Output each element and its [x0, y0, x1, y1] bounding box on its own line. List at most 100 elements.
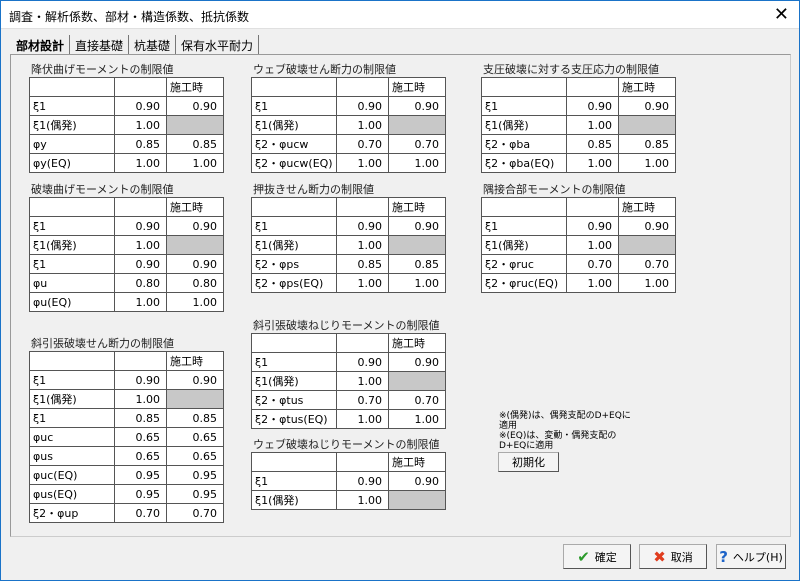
value-cell[interactable]: 0.95: [114, 465, 167, 485]
value-cell[interactable]: 0.95: [114, 484, 167, 504]
value-cell[interactable]: 0.90: [114, 216, 167, 236]
value-cell[interactable]: 0.85: [336, 254, 389, 274]
limit-group: 斜引張破壊せん断力の制限値 施工時 ξ1 0.90 0.90 ξ1(偶発) 1.00 ξ1 0.…: [29, 335, 224, 523]
value-cell[interactable]: 1.00: [566, 235, 619, 255]
help-button[interactable]: ? ヘルプ(H): [716, 544, 786, 569]
row-label: ξ1(偶発): [481, 115, 567, 135]
group-title: ウェブ破壊ねじりモーメントの制限値: [253, 438, 440, 451]
table-row: ξ1(偶発) 1.00: [251, 490, 446, 510]
row-label: φu: [29, 273, 115, 293]
value-cell[interactable]: 0.90: [388, 352, 446, 372]
value-cell[interactable]: 0.90: [114, 370, 167, 390]
value-cell[interactable]: 0.70: [114, 503, 167, 523]
tab-pile-foundation[interactable]: 杭基礎: [129, 35, 177, 55]
value-cell[interactable]: 1.00: [618, 153, 676, 173]
ok-label: 確定: [594, 550, 617, 564]
cancel-button[interactable]: ✖ 取消: [639, 544, 707, 569]
value-cell[interactable]: 0.70: [388, 134, 446, 154]
value-cell[interactable]: 1.00: [114, 235, 167, 255]
table-header-row: 施工時: [251, 452, 446, 472]
value-cell[interactable]: 0.90: [336, 216, 389, 236]
value-cell[interactable]: 0.90: [618, 96, 676, 116]
table-row: ξ2・φps(EQ) 1.00 1.00: [251, 273, 446, 293]
tab-direct-foundation[interactable]: 直接基礎: [70, 35, 130, 55]
value-cell[interactable]: 0.85: [166, 134, 224, 154]
value-cell[interactable]: 0.90: [336, 352, 389, 372]
coefficient-table: 施工時 ξ1 0.90 0.90 ξ1(偶発) 1.00 ξ2・φps 0.85 0.85 ξ2・…: [251, 197, 446, 293]
value-cell[interactable]: 0.95: [166, 465, 224, 485]
value-cell[interactable]: 0.80: [166, 273, 224, 293]
value-cell[interactable]: 1.00: [166, 153, 224, 173]
value-cell[interactable]: 0.90: [388, 216, 446, 236]
value-cell[interactable]: 1.00: [336, 371, 389, 391]
value-cell[interactable]: 1.00: [566, 115, 619, 135]
value-cell[interactable]: 0.80: [114, 273, 167, 293]
value-cell[interactable]: 0.90: [336, 471, 389, 491]
value-cell[interactable]: 0.70: [336, 390, 389, 410]
row-label: ξ1: [251, 352, 337, 372]
value-cell[interactable]: 0.70: [566, 254, 619, 274]
table-header-row: 施工時: [251, 333, 446, 353]
value-cell[interactable]: 1.00: [618, 273, 676, 293]
value-cell[interactable]: 1.00: [114, 115, 167, 135]
tab-horizontal-capacity[interactable]: 保有水平耐力: [176, 35, 260, 55]
value-cell[interactable]: 0.65: [114, 446, 167, 466]
value-cell[interactable]: 1.00: [388, 409, 446, 429]
value-cell[interactable]: 0.70: [336, 134, 389, 154]
header-cell: [29, 351, 115, 371]
value-cell[interactable]: 1.00: [114, 389, 167, 409]
close-icon[interactable]: ✕: [774, 4, 789, 25]
row-label: ξ1(偶発): [251, 490, 337, 510]
value-cell[interactable]: 1.00: [336, 153, 389, 173]
value-cell[interactable]: 1.00: [566, 273, 619, 293]
value-cell[interactable]: 0.70: [618, 254, 676, 274]
value-cell[interactable]: 0.65: [166, 427, 224, 447]
row-label: ξ1(偶発): [29, 115, 115, 135]
value-cell[interactable]: 1.00: [114, 153, 167, 173]
value-cell[interactable]: 0.90: [166, 216, 224, 236]
value-cell[interactable]: 0.85: [166, 408, 224, 428]
row-label: φus: [29, 446, 115, 466]
value-cell[interactable]: 1.00: [336, 115, 389, 135]
value-cell[interactable]: 1.00: [388, 153, 446, 173]
notes: ※(偶発)は、偶発支配のD+EQに適用 ※(EQ)は、変動・偶発支配のD+EQに…: [499, 411, 639, 451]
value-cell[interactable]: 0.90: [336, 96, 389, 116]
ok-button[interactable]: ✔ 確定: [563, 544, 631, 569]
value-cell[interactable]: 0.95: [166, 484, 224, 504]
value-cell[interactable]: 0.85: [114, 408, 167, 428]
value-cell[interactable]: 0.90: [166, 370, 224, 390]
value-cell[interactable]: 0.70: [166, 503, 224, 523]
value-cell[interactable]: 1.00: [114, 292, 167, 312]
value-cell[interactable]: 1.00: [336, 409, 389, 429]
value-cell[interactable]: 0.90: [618, 216, 676, 236]
value-cell[interactable]: 1.00: [336, 273, 389, 293]
value-cell[interactable]: 0.90: [166, 96, 224, 116]
coefficient-table: 施工時 ξ1 0.90 0.90 ξ1(偶発) 1.00: [251, 452, 446, 510]
table-header-row: 施工時: [29, 351, 224, 371]
value-cell[interactable]: 0.90: [166, 254, 224, 274]
value-cell[interactable]: 0.85: [114, 134, 167, 154]
value-cell[interactable]: 0.90: [114, 254, 167, 274]
table-row: ξ2・φruc(EQ) 1.00 1.00: [481, 273, 676, 293]
value-cell[interactable]: 0.90: [114, 96, 167, 116]
value-cell[interactable]: 0.90: [566, 96, 619, 116]
value-cell[interactable]: 0.65: [166, 446, 224, 466]
table-row: ξ1 0.90 0.90: [251, 216, 446, 236]
value-cell[interactable]: 0.90: [388, 471, 446, 491]
value-cell[interactable]: 1.00: [388, 273, 446, 293]
value-cell[interactable]: 0.85: [388, 254, 446, 274]
value-cell[interactable]: 0.65: [114, 427, 167, 447]
row-label: φy(EQ): [29, 153, 115, 173]
value-cell[interactable]: 1.00: [336, 235, 389, 255]
value-cell[interactable]: 0.90: [566, 216, 619, 236]
initialize-button[interactable]: 初期化: [498, 452, 559, 472]
value-cell[interactable]: 1.00: [336, 490, 389, 510]
value-cell[interactable]: 0.90: [388, 96, 446, 116]
value-cell[interactable]: 0.70: [388, 390, 446, 410]
value-cell[interactable]: 0.85: [566, 134, 619, 154]
row-label: ξ1: [251, 471, 337, 491]
value-cell[interactable]: 1.00: [166, 292, 224, 312]
value-cell[interactable]: 0.85: [618, 134, 676, 154]
tab-member-design[interactable]: 部材設計: [11, 35, 71, 55]
value-cell[interactable]: 1.00: [566, 153, 619, 173]
